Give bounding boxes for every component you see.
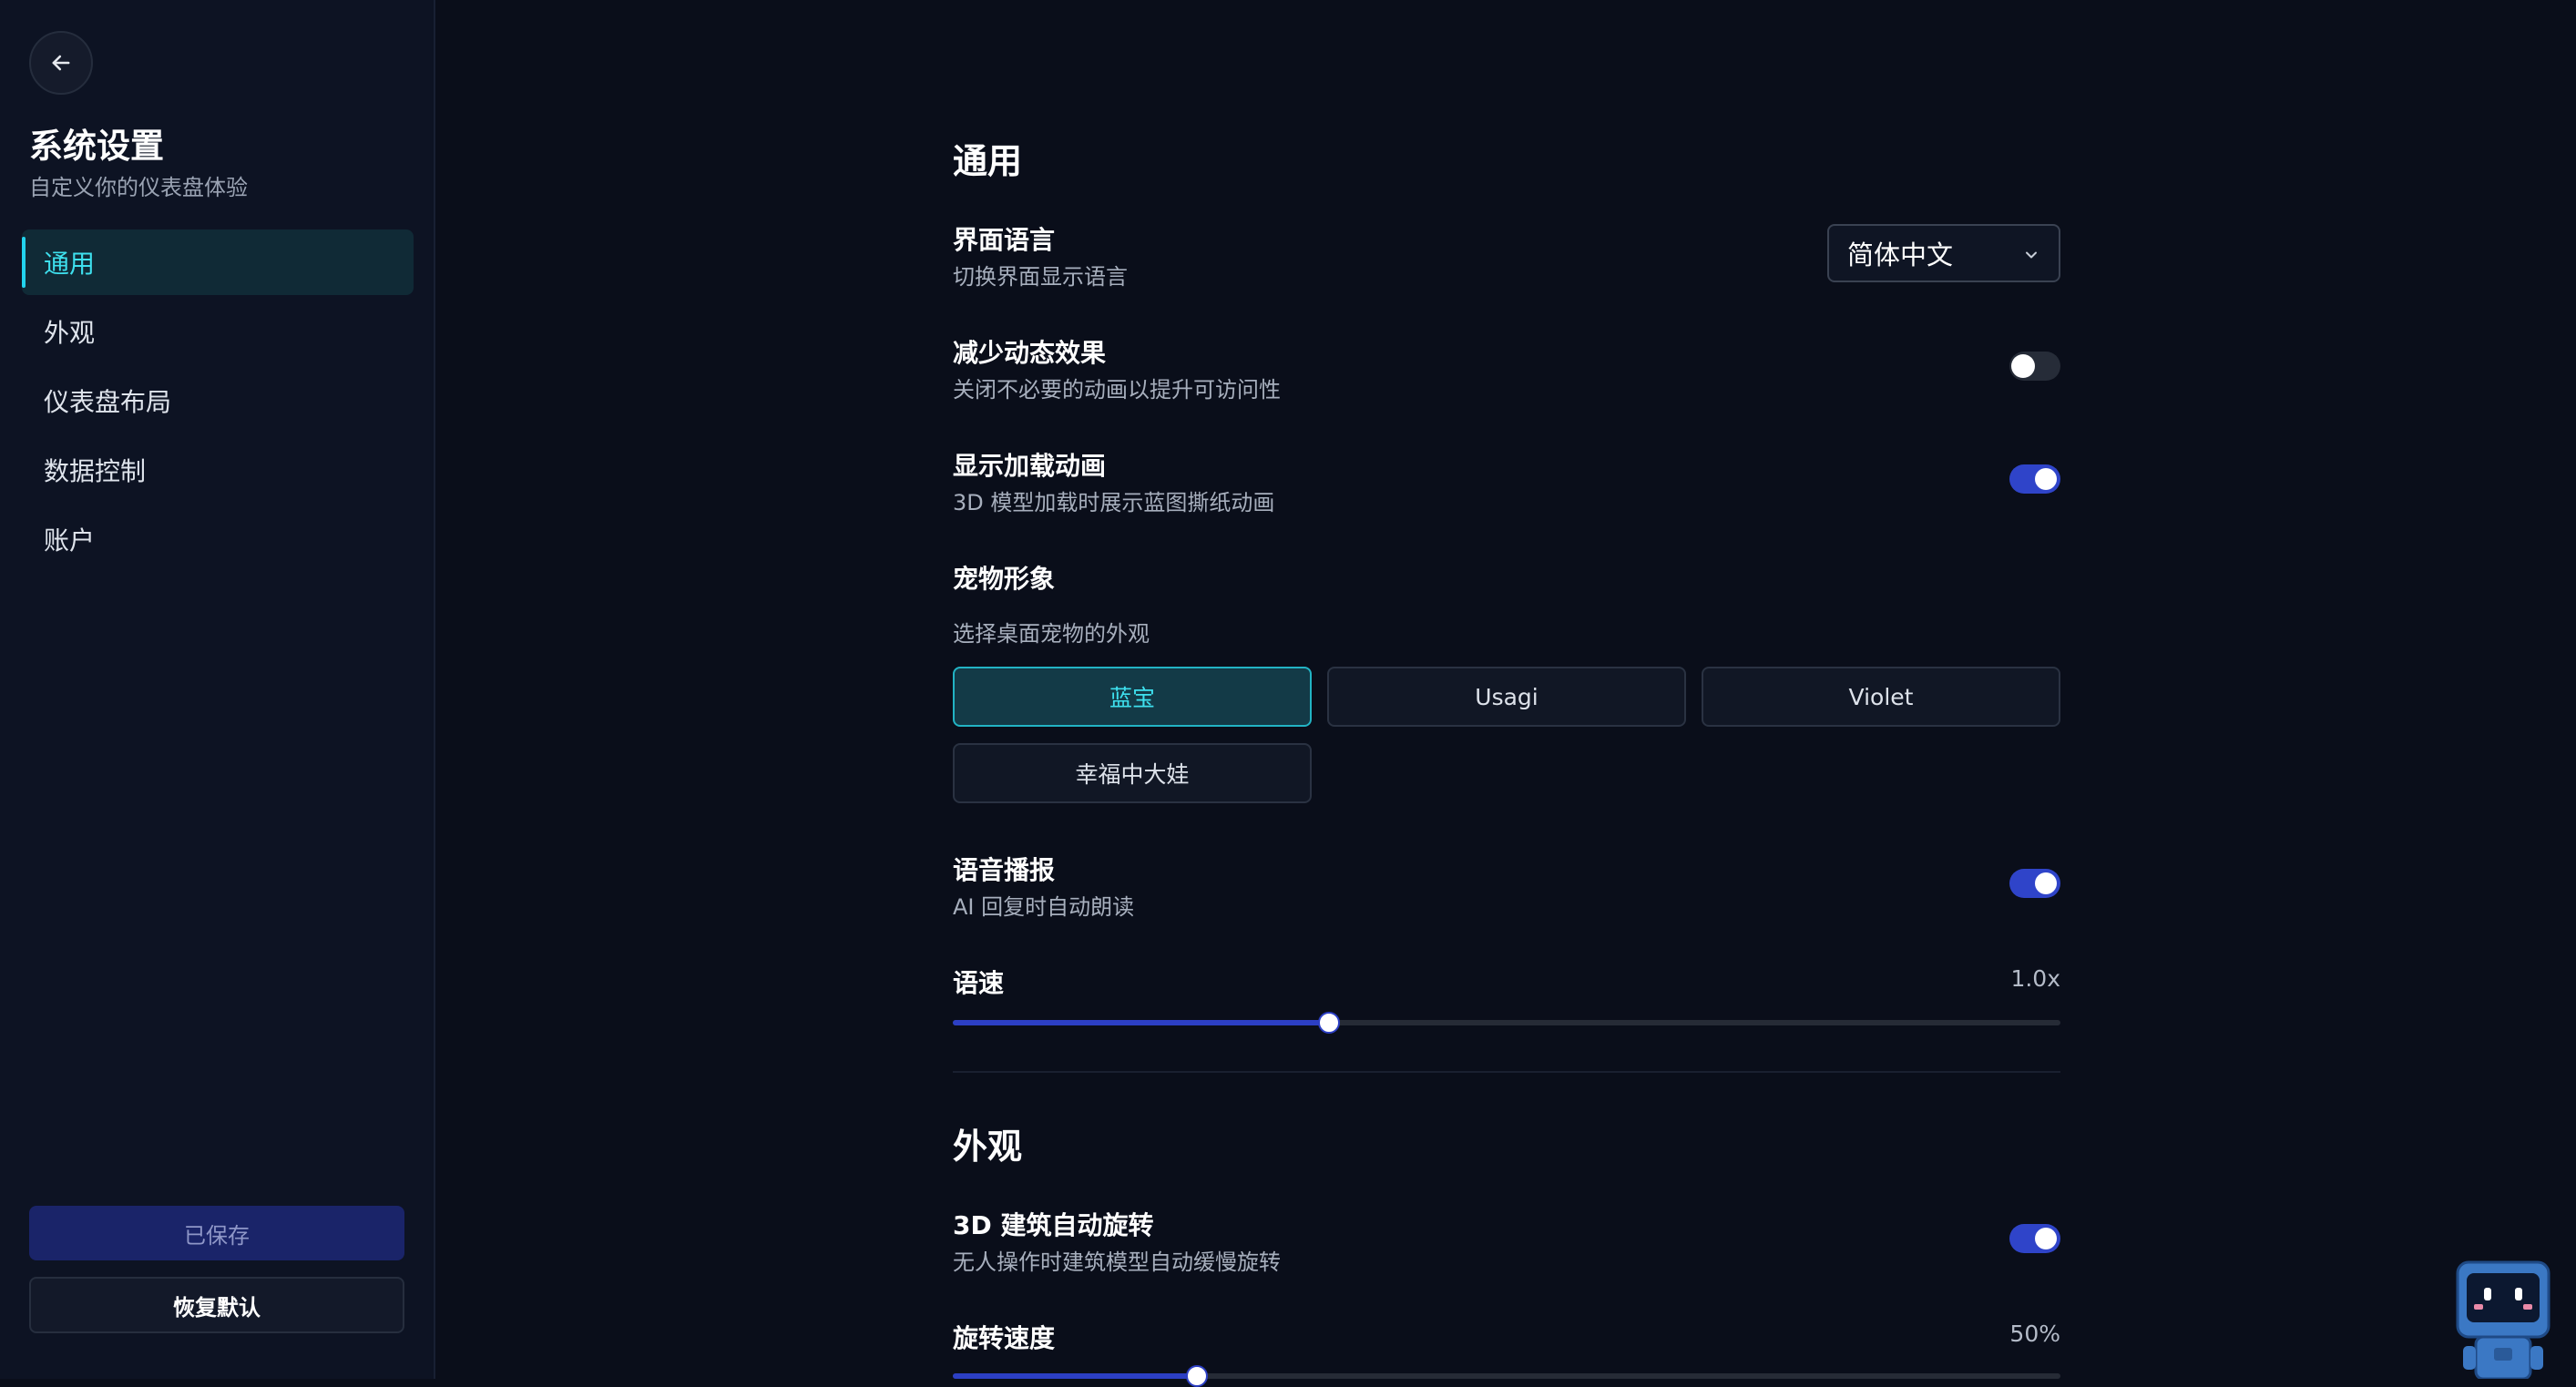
speech-rate-slider[interactable]	[953, 1012, 2060, 1034]
loading-animation-toggle[interactable]	[2009, 464, 2060, 494]
section-divider	[953, 1071, 2060, 1073]
nav-item-dashboard-layout[interactable]: 仪表盘布局	[22, 368, 414, 433]
toggle-knob	[2035, 468, 2057, 490]
rotate-speed-value: 50%	[2009, 1321, 2060, 1347]
nav-item-label: 账户	[44, 525, 96, 556]
nav-item-label: 仪表盘布局	[44, 387, 172, 417]
language-desc: 切换界面显示语言	[953, 264, 1128, 290]
auto-rotate-toggle[interactable]	[2009, 1224, 2060, 1253]
slider-fill	[953, 1373, 1197, 1379]
pet-option-xingfu[interactable]: 幸福中大娃	[953, 743, 1312, 803]
speech-rate-label: 语速	[953, 968, 1005, 998]
reduce-motion-desc: 关闭不必要的动画以提升可访问性	[953, 377, 1281, 403]
auto-rotate-label: 3D 建筑自动旋转	[953, 1210, 1154, 1240]
toggle-knob	[2035, 872, 2057, 894]
saved-button[interactable]: 已保存	[29, 1206, 404, 1260]
rotate-speed-slider[interactable]	[953, 1365, 2060, 1387]
language-select[interactable]: 简体中文	[1827, 224, 2060, 282]
nav-item-label: 外观	[44, 318, 96, 348]
nav-item-account[interactable]: 账户	[22, 506, 414, 572]
auto-rotate-desc: 无人操作时建筑模型自动缓慢旋转	[953, 1249, 1281, 1275]
nav-item-label: 数据控制	[44, 456, 147, 486]
language-label: 界面语言	[953, 225, 1056, 255]
page-title: 系统设置	[29, 127, 164, 166]
slider-fill	[953, 1020, 1330, 1025]
reduce-motion-label: 减少动态效果	[953, 338, 1107, 368]
loading-animation-desc: 3D 模型加载时展示蓝图撕纸动画	[953, 490, 1275, 515]
slider-thumb[interactable]	[1185, 1365, 1208, 1387]
robot-pet-icon	[2456, 1260, 2550, 1381]
speech-rate-value: 1.0x	[2010, 965, 2060, 992]
pet-label: 宠物形象	[953, 564, 1056, 594]
slider-thumb[interactable]	[1318, 1012, 1341, 1034]
back-button[interactable]	[29, 31, 93, 95]
nav-item-data-control[interactable]: 数据控制	[22, 437, 414, 503]
nav-item-label: 通用	[44, 249, 96, 279]
section-title-general: 通用	[953, 141, 1023, 181]
pet-desc: 选择桌面宠物的外观	[953, 621, 1150, 647]
reduce-motion-toggle[interactable]	[2009, 352, 2060, 381]
voice-toggle[interactable]	[2009, 869, 2060, 898]
arrow-left-icon	[52, 55, 70, 71]
settings-nav: 通用 外观 仪表盘布局 数据控制 账户	[22, 229, 414, 576]
voice-desc: AI 回复时自动朗读	[953, 894, 1135, 920]
rotate-speed-label: 旋转速度	[953, 1323, 1056, 1353]
chevron-down-icon	[2026, 251, 2037, 259]
toggle-knob	[2035, 1228, 2057, 1249]
voice-label: 语音播报	[953, 855, 1056, 885]
nav-item-general[interactable]: 通用	[22, 229, 414, 295]
pet-option-usagi[interactable]: Usagi	[1327, 667, 1686, 727]
page-subtitle: 自定义你的仪表盘体验	[29, 175, 248, 200]
toggle-knob	[2011, 354, 2035, 378]
pet-option-violet[interactable]: Violet	[1702, 667, 2060, 727]
section-title-appearance: 外观	[953, 1127, 1023, 1167]
loading-animation-label: 显示加载动画	[953, 451, 1107, 481]
desktop-pet[interactable]	[2450, 1260, 2556, 1382]
nav-item-appearance[interactable]: 外观	[22, 299, 414, 364]
pet-option-lanbao[interactable]: 蓝宝	[953, 667, 1312, 727]
sidebar: 系统设置 自定义你的仪表盘体验 通用 外观 仪表盘布局 数据控制 账户 已保存 …	[0, 0, 435, 1379]
reset-defaults-button[interactable]: 恢复默认	[29, 1277, 404, 1333]
language-select-value: 简体中文	[1847, 240, 1954, 270]
